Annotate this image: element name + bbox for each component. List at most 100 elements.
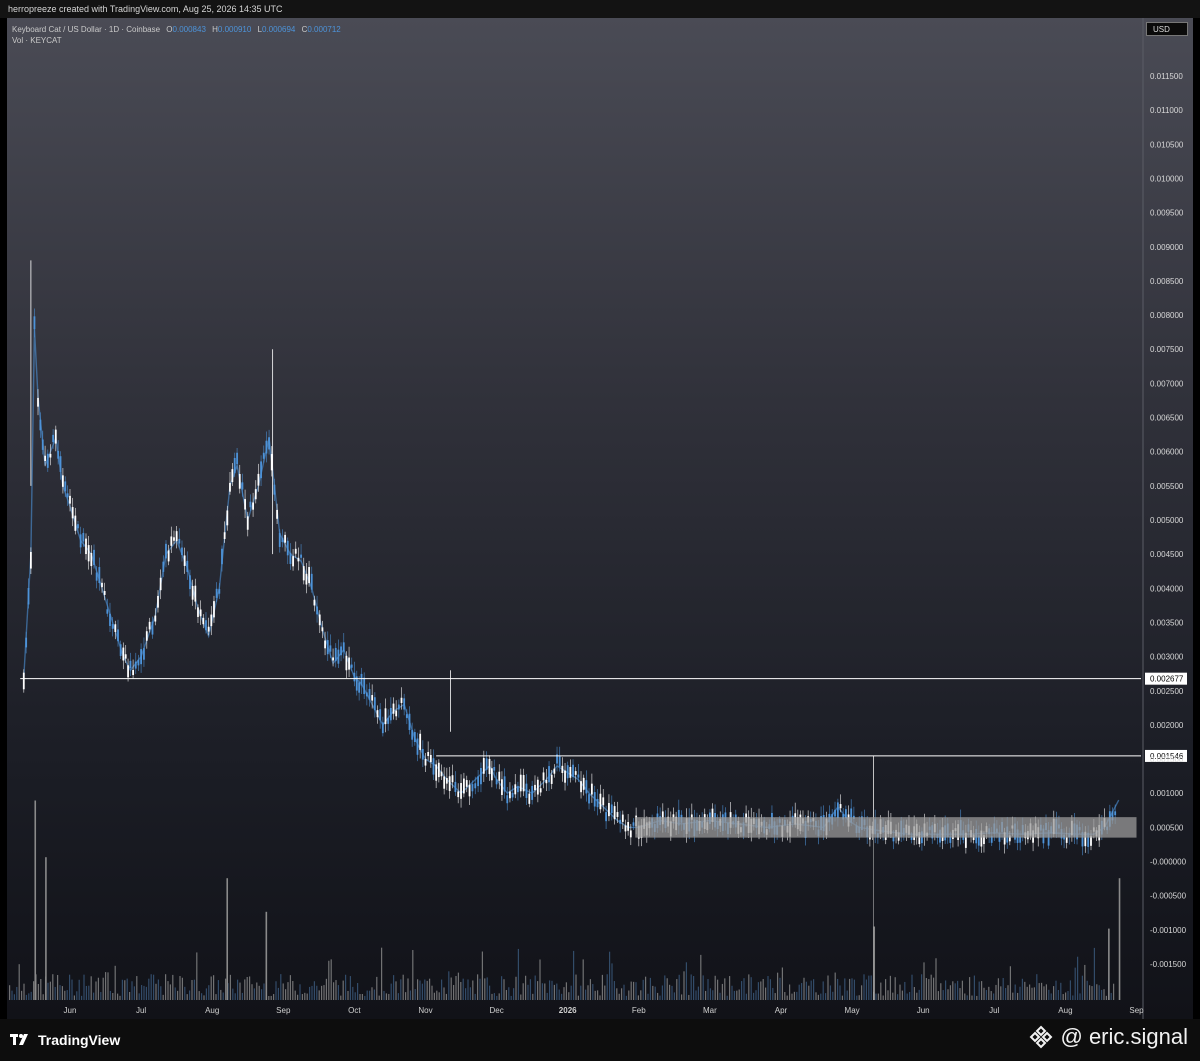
- candle-body: [585, 780, 588, 794]
- volume-bar: [928, 979, 930, 1000]
- volume-bar: [973, 975, 975, 1000]
- price-axis[interactable]: 0.011500 0.011000 0.010500 0.010000 0.009500…: [1142, 18, 1187, 1019]
- volume-bar: [1050, 993, 1052, 1000]
- volume-bar: [431, 985, 433, 1000]
- candle-body: [300, 554, 302, 558]
- volume-bar: [573, 950, 575, 1000]
- candle-body: [405, 714, 408, 718]
- candle-body: [348, 657, 350, 670]
- level-price-label: 0.002677: [1150, 675, 1184, 684]
- candle-body: [580, 781, 582, 793]
- volume-bar: [1033, 987, 1035, 1000]
- volume-bar: [798, 984, 800, 1000]
- volume-bar: [899, 984, 901, 1000]
- candle-body: [231, 469, 234, 483]
- candle-body: [122, 647, 125, 661]
- volume-bar: [450, 977, 452, 1000]
- support-range-box[interactable]: [635, 817, 1137, 838]
- candle-body: [566, 765, 569, 779]
- volume-bar: [832, 991, 834, 1000]
- candle-body: [74, 515, 77, 531]
- volume-bar: [589, 979, 591, 1000]
- horizontal-levels[interactable]: 0.0026770.001546: [20, 672, 1187, 838]
- volume-bar: [923, 962, 925, 1000]
- volume-bar: [34, 800, 37, 1000]
- volume-bar: [717, 979, 719, 1000]
- volume-bar: [297, 994, 299, 1000]
- volume-bar: [1096, 984, 1098, 1000]
- volume-bar: [275, 981, 277, 1000]
- tradingview-logo[interactable]: TradingView: [10, 1032, 120, 1048]
- candle-body: [54, 429, 57, 444]
- volume-bar: [909, 991, 911, 1000]
- volume-bar: [304, 992, 306, 1000]
- volume-bar: [457, 972, 459, 1000]
- candle-body: [186, 560, 189, 572]
- candle-body: [170, 536, 173, 546]
- candle-body: [531, 785, 534, 800]
- volume-bar: [102, 977, 104, 1000]
- volume-bar: [553, 984, 555, 1000]
- volume-bar: [30, 991, 32, 1000]
- volume-bar: [1036, 974, 1038, 1000]
- time-tick-label: 2026: [559, 1006, 577, 1015]
- volume-bar: [649, 977, 651, 1000]
- candle-body: [539, 788, 542, 793]
- volume-bar: [258, 985, 260, 1000]
- volume-bar: [1043, 986, 1045, 1000]
- volume-bar: [177, 990, 179, 1000]
- volume-bar: [844, 978, 846, 1000]
- volume-bar: [256, 982, 258, 1000]
- candle-body: [471, 784, 474, 792]
- close-value: 0.000712: [307, 25, 341, 34]
- currency-button[interactable]: USD: [1146, 22, 1188, 36]
- candle-body: [408, 713, 411, 730]
- volume-bar: [863, 974, 865, 1000]
- volume-bar: [28, 993, 30, 1000]
- candle-body: [621, 814, 624, 822]
- candle-body: [844, 809, 847, 818]
- candle-body: [400, 697, 403, 703]
- volume-bar: [513, 988, 515, 1000]
- volume-bar: [241, 992, 243, 1000]
- volume-bar: [1084, 964, 1086, 1000]
- candle-body: [132, 669, 135, 676]
- candle-body: [435, 764, 438, 781]
- volume-bar: [426, 980, 428, 1000]
- candle-body: [548, 766, 550, 783]
- candle-body: [495, 779, 498, 785]
- volume-bar: [282, 983, 284, 1000]
- volume-bar: [767, 976, 769, 1000]
- volume-bar: [222, 992, 224, 1000]
- volume-bar: [441, 979, 443, 1000]
- price-tick-label: 0.011500: [1150, 72, 1183, 81]
- candle-body: [148, 621, 151, 630]
- candle-body: [213, 601, 215, 618]
- candle-body: [22, 672, 25, 690]
- candle-body: [109, 613, 111, 626]
- volume-bar: [33, 981, 35, 1000]
- volume-bar: [1024, 981, 1026, 1000]
- volume-bar: [462, 978, 464, 1000]
- candle-body: [593, 792, 596, 807]
- candle-body: [421, 748, 424, 760]
- volume-bar: [585, 989, 587, 1000]
- price-chart[interactable]: 0.0026770.001546 0.011500 0.011000 0.01050…: [0, 0, 1200, 1061]
- volume-bar: [709, 988, 711, 1000]
- volume-bar: [592, 984, 594, 1000]
- volume-bar: [937, 991, 939, 1000]
- candle-body: [268, 437, 270, 450]
- volume-bar: [769, 979, 771, 1000]
- candle-body: [445, 778, 448, 784]
- time-axis[interactable]: Jun Jul Aug Sep Oct Nov Dec 2026 Feb Mar Apr May Jun…: [64, 1006, 1145, 1015]
- candle-body: [437, 762, 440, 778]
- candle-body: [387, 717, 390, 724]
- volume-bar: [841, 995, 843, 1000]
- volume-bar: [657, 992, 659, 1000]
- candle-body: [379, 709, 382, 721]
- candle-body: [137, 659, 140, 666]
- candle-body: [260, 461, 262, 479]
- volume-bar: [1000, 986, 1002, 1000]
- candle-body: [218, 589, 221, 594]
- candle-body: [373, 697, 376, 711]
